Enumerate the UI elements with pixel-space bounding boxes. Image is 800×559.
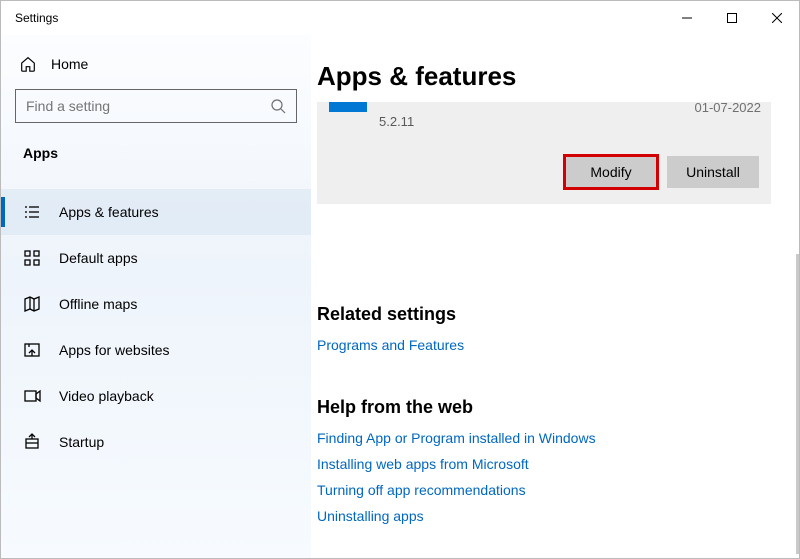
- sidebar-item-label: Video playback: [59, 388, 154, 404]
- scrollbar[interactable]: [796, 254, 799, 554]
- sidebar-item-label: Default apps: [59, 250, 138, 266]
- related-settings-section: Related settings Programs and Features: [317, 304, 771, 353]
- sidebar-item-label: Apps for websites: [59, 342, 170, 358]
- app-card[interactable]: 5.2.11 01-07-2022 Modify Uninstall: [317, 102, 771, 204]
- sidebar-item-video-playback[interactable]: Video playback: [1, 373, 311, 419]
- minimize-button[interactable]: [664, 3, 709, 33]
- search-input[interactable]: [26, 98, 270, 114]
- help-link-uninstalling[interactable]: Uninstalling apps: [317, 508, 771, 524]
- default-apps-icon: [23, 249, 41, 267]
- sidebar-item-label: Offline maps: [59, 296, 137, 312]
- modify-button[interactable]: Modify: [565, 156, 657, 188]
- sidebar-item-startup[interactable]: Startup: [1, 419, 311, 465]
- app-date: 01-07-2022: [695, 100, 762, 115]
- related-heading: Related settings: [317, 304, 771, 325]
- search-icon: [270, 98, 286, 114]
- titlebar: Settings: [1, 1, 799, 35]
- uninstall-button[interactable]: Uninstall: [667, 156, 759, 188]
- close-button[interactable]: [754, 3, 799, 33]
- app-version: 5.2.11: [379, 114, 414, 129]
- help-link-turning-off[interactable]: Turning off app recommendations: [317, 482, 771, 498]
- help-section: Help from the web Finding App or Program…: [317, 397, 771, 524]
- sidebar-item-apps-features[interactable]: Apps & features: [1, 189, 311, 235]
- home-label: Home: [51, 56, 88, 72]
- section-heading: Apps: [1, 137, 311, 189]
- sidebar-item-offline-maps[interactable]: Offline maps: [1, 281, 311, 327]
- help-link-finding[interactable]: Finding App or Program installed in Wind…: [317, 430, 771, 446]
- video-playback-icon: [23, 387, 41, 405]
- app-thumbnail: [329, 102, 367, 112]
- help-link-installing[interactable]: Installing web apps from Microsoft: [317, 456, 771, 472]
- content: Apps & features 5.2.11 01-07-2022 Modify…: [311, 35, 799, 558]
- help-heading: Help from the web: [317, 397, 771, 418]
- home-nav[interactable]: Home: [1, 47, 311, 81]
- sidebar-item-label: Apps & features: [59, 204, 159, 220]
- home-icon: [19, 55, 37, 73]
- apps-features-icon: [23, 203, 41, 221]
- search-input-wrapper[interactable]: [15, 89, 297, 123]
- sidebar-item-label: Startup: [59, 434, 104, 450]
- sidebar: Home Apps Apps & features Default apps O…: [1, 35, 311, 558]
- maximize-button[interactable]: [709, 3, 754, 33]
- startup-icon: [23, 433, 41, 451]
- sidebar-item-default-apps[interactable]: Default apps: [1, 235, 311, 281]
- apps-websites-icon: [23, 341, 41, 359]
- offline-maps-icon: [23, 295, 41, 313]
- page-title: Apps & features: [317, 61, 771, 92]
- link-programs-features[interactable]: Programs and Features: [317, 337, 771, 353]
- sidebar-item-apps-websites[interactable]: Apps for websites: [1, 327, 311, 373]
- window-controls: [664, 3, 799, 33]
- window-title: Settings: [15, 11, 58, 25]
